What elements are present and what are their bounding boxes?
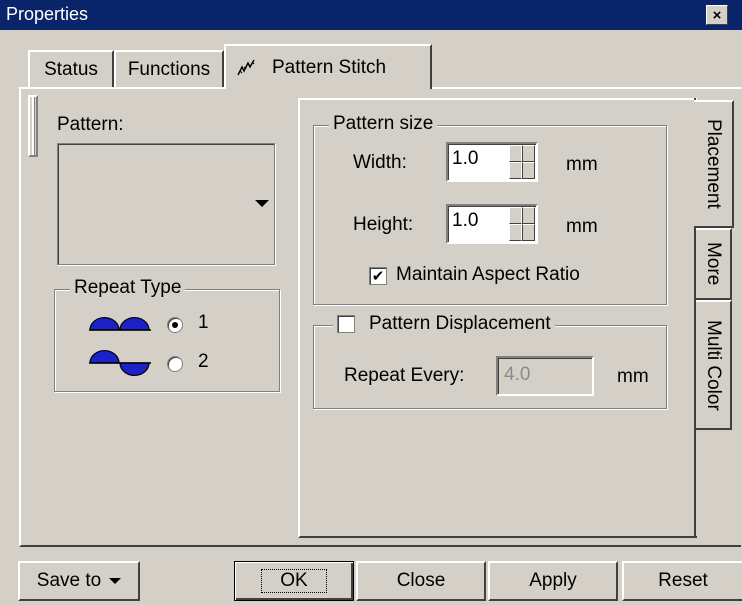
- repeat-type-2-label: 2: [198, 351, 209, 372]
- height-stepper[interactable]: 1.0: [446, 204, 538, 244]
- repeat-type-label: Repeat Type: [70, 277, 186, 299]
- window-title: Properties: [6, 4, 89, 24]
- height-up-button[interactable]: [509, 207, 535, 224]
- pattern-dropdown[interactable]: [57, 143, 275, 265]
- height-spinner: [509, 207, 535, 241]
- pattern-displacement-label[interactable]: Pattern Displacement: [369, 313, 551, 335]
- pattern-displacement-header: Pattern Displacement: [333, 313, 555, 335]
- repeat-every-spinner: [565, 359, 591, 393]
- tab-more[interactable]: More: [696, 228, 732, 300]
- arrow-up-icon: [521, 207, 523, 224]
- title-bar: Properties ×: [0, 0, 742, 30]
- pattern-displacement-checkbox[interactable]: [337, 315, 355, 333]
- dropdown-arrow-icon[interactable]: [255, 200, 269, 207]
- height-value[interactable]: 1.0: [452, 210, 478, 232]
- repeat-type-1-label: 1: [198, 312, 209, 333]
- maintain-aspect-checkbox[interactable]: ✔: [369, 267, 387, 285]
- reset-button[interactable]: Reset: [622, 561, 742, 601]
- save-to-label: Save to: [36, 570, 102, 591]
- save-to-button[interactable]: Save to: [18, 561, 140, 601]
- repeat-every-label: Repeat Every:: [344, 365, 465, 386]
- tab-status-label: Status: [44, 58, 98, 80]
- arrow-down-icon: [521, 224, 523, 241]
- panel-grip[interactable]: [28, 95, 38, 157]
- tab-placement-label: Placement: [703, 119, 724, 209]
- stitch-icon: [237, 59, 255, 75]
- width-value[interactable]: 1.0: [452, 148, 478, 170]
- tab-multi-color[interactable]: Multi Color: [696, 300, 732, 430]
- tab-functions[interactable]: Functions: [114, 50, 224, 87]
- repeat-type-2-icon: [89, 350, 151, 376]
- close-window-button[interactable]: ×: [706, 5, 728, 25]
- pattern-label: Pattern:: [57, 114, 124, 135]
- repeat-type-1-radio[interactable]: [167, 317, 183, 333]
- repeat-type-1-icon: [89, 317, 151, 331]
- width-spinner: [509, 145, 535, 179]
- maintain-aspect-label[interactable]: Maintain Aspect Ratio: [396, 264, 580, 286]
- repeat-every-unit: mm: [617, 366, 649, 387]
- tab-pattern-stitch[interactable]: Pattern Stitch: [224, 44, 432, 89]
- radio-selected-dot: [172, 322, 178, 328]
- repeat-type-group: [54, 289, 280, 392]
- width-down-button[interactable]: [509, 162, 535, 179]
- repeat-down-button[interactable]: [565, 376, 591, 393]
- height-unit: mm: [566, 216, 598, 237]
- tab-multi-color-label: Multi Color: [703, 319, 724, 411]
- apply-label: Apply: [529, 570, 577, 591]
- tab-status[interactable]: Status: [28, 50, 114, 87]
- width-stepper[interactable]: 1.0: [446, 142, 538, 182]
- close-label: Close: [396, 570, 446, 591]
- width-label: Width:: [353, 152, 407, 173]
- pattern-size-label: Pattern size: [329, 113, 438, 135]
- width-up-button[interactable]: [509, 145, 535, 162]
- repeat-type-2-radio[interactable]: [167, 356, 183, 372]
- width-unit: mm: [566, 154, 598, 175]
- repeat-up-button[interactable]: [565, 359, 591, 376]
- ok-button[interactable]: OK: [234, 561, 354, 601]
- close-button[interactable]: Close: [356, 561, 486, 601]
- ok-label: OK: [261, 569, 327, 593]
- checkmark-icon: ✔: [371, 267, 385, 285]
- tab-pattern-stitch-label: Pattern Stitch: [272, 56, 387, 78]
- tab-more-label: More: [703, 242, 724, 286]
- arrow-up-icon: [521, 145, 523, 162]
- tab-placement[interactable]: Placement: [694, 100, 734, 228]
- height-down-button[interactable]: [509, 224, 535, 241]
- repeat-every-stepper[interactable]: 4.0: [496, 356, 594, 396]
- tab-functions-label: Functions: [127, 58, 211, 80]
- apply-button[interactable]: Apply: [488, 561, 618, 601]
- close-icon: ×: [712, 6, 722, 24]
- arrow-down-icon: [521, 162, 523, 179]
- repeat-every-value[interactable]: 4.0: [504, 364, 530, 386]
- dropdown-arrow-icon: [109, 578, 122, 584]
- reset-label: Reset: [658, 570, 708, 591]
- height-label: Height:: [353, 214, 414, 235]
